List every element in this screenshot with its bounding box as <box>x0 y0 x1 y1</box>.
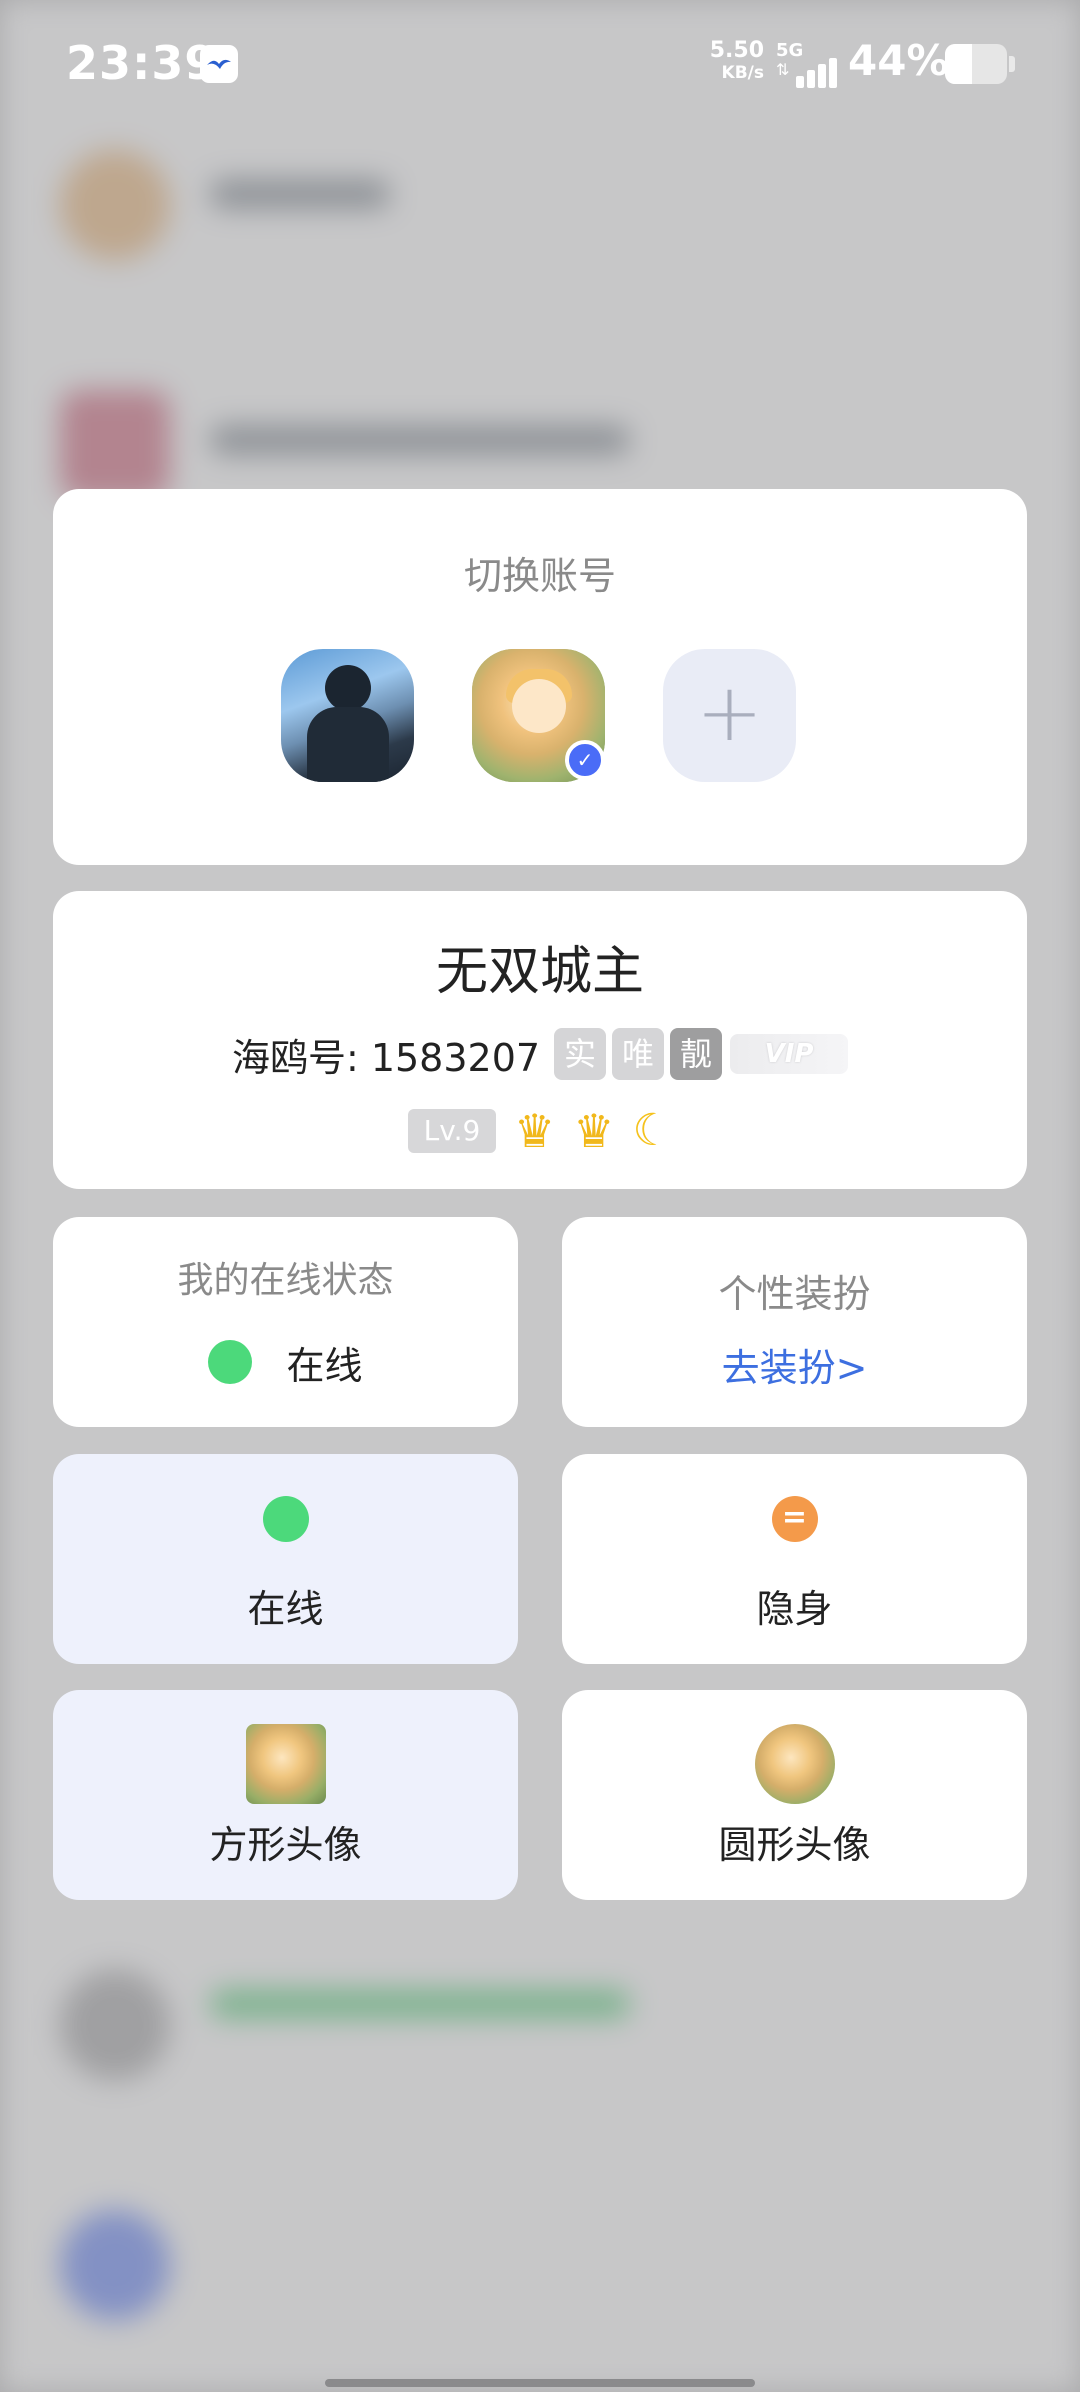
battery-percent: 44% <box>848 36 949 85</box>
online-dot-icon <box>262 1496 309 1542</box>
level-badge: Lv.9 <box>408 1109 497 1153</box>
network-type: 5G <box>776 40 804 61</box>
battery-fill <box>945 44 973 84</box>
status-option-online[interactable]: 在线 <box>53 1454 518 1664</box>
home-indicator[interactable] <box>325 2379 755 2387</box>
battery-nub <box>1009 56 1015 72</box>
square-avatar-icon <box>245 1724 326 1804</box>
moon-medal-icon: ☾ <box>632 1105 672 1156</box>
tag-real-name: 实 <box>554 1028 607 1080</box>
avatar-style-square-label: 方形头像 <box>209 1823 362 1867</box>
level-row: Lv.9 ♛ ♛ ☾ <box>53 1105 1027 1157</box>
avatar-person-head <box>325 665 371 711</box>
avatar-style-square[interactable]: 方形头像 <box>53 1690 518 1900</box>
avatar-style-round-label: 圆形头像 <box>718 1823 871 1867</box>
status-option-invisible[interactable]: = 隐身 <box>562 1454 1027 1664</box>
signal-bar <box>796 76 804 88</box>
crown-medal-icon: ♛ <box>573 1104 615 1158</box>
tag-unique: 唯 <box>612 1028 665 1080</box>
avatar-face <box>512 679 566 733</box>
crown-medal-icon: ♛ <box>514 1104 556 1158</box>
dress-up-link[interactable]: 去装扮> <box>562 1337 1027 1392</box>
online-status-card[interactable]: 我的在线状态 在线 <box>53 1217 518 1427</box>
add-account-button[interactable]: + <box>663 649 796 782</box>
online-status-value: 在线 <box>286 1343 363 1388</box>
network-speed-value: 5.50 <box>709 38 764 63</box>
signal-bar <box>807 70 815 88</box>
profile-card[interactable]: 无双城主 海鸥号: 1583207 实 唯 靓 VIP Lv.9 ♛ ♛ ☾ <box>53 891 1027 1189</box>
profile-id: 海鸥号: 1583207 <box>231 1035 541 1080</box>
profile-name: 无双城主 <box>435 942 644 1002</box>
avatar-style-round[interactable]: 圆形头像 <box>562 1690 1027 1900</box>
data-arrows-icon: ⇅ <box>776 60 790 79</box>
cellular-signal-icon: 5G ⇅ <box>776 40 840 88</box>
status-time: 23:39 <box>66 36 218 90</box>
vip-badge: VIP <box>730 1034 849 1074</box>
current-account-check-icon: ✓ <box>565 740 605 780</box>
account-avatar-1[interactable] <box>281 649 414 782</box>
profile-id-row: 海鸥号: 1583207 实 唯 靓 VIP <box>53 1026 1027 1082</box>
account-avatar-2[interactable]: ✓ <box>472 649 605 782</box>
dress-up-title: 个性装扮 <box>718 1272 871 1316</box>
round-avatar-icon <box>754 1724 835 1804</box>
avatar-person-body <box>307 707 389 782</box>
dress-up-card[interactable]: 个性装扮 去装扮> <box>562 1217 1027 1427</box>
signal-bar <box>829 58 837 88</box>
seagull-app-icon <box>200 45 238 83</box>
online-status-title: 我的在线状态 <box>177 1260 394 1301</box>
tag-pretty-number: 靓 <box>670 1028 723 1080</box>
network-speed-unit: KB/s <box>721 63 764 83</box>
battery-icon <box>945 44 1015 84</box>
overlay-scrim[interactable] <box>0 0 1080 2392</box>
status-option-online-label: 在线 <box>247 1587 324 1631</box>
signal-bar <box>818 64 826 88</box>
network-speed: 5.50 KB/s <box>700 40 764 84</box>
status-option-invisible-label: 隐身 <box>756 1587 833 1631</box>
invisible-icon: = <box>771 1496 818 1542</box>
switch-account-card: 切换账号 ✓ + <box>53 489 1027 865</box>
switch-account-title: 切换账号 <box>463 554 616 598</box>
online-dot-icon <box>208 1340 253 1384</box>
status-bar: 23:39 5.50 KB/s 5G ⇅ 44% <box>0 0 1080 130</box>
online-status-row: 在线 <box>53 1335 518 1389</box>
